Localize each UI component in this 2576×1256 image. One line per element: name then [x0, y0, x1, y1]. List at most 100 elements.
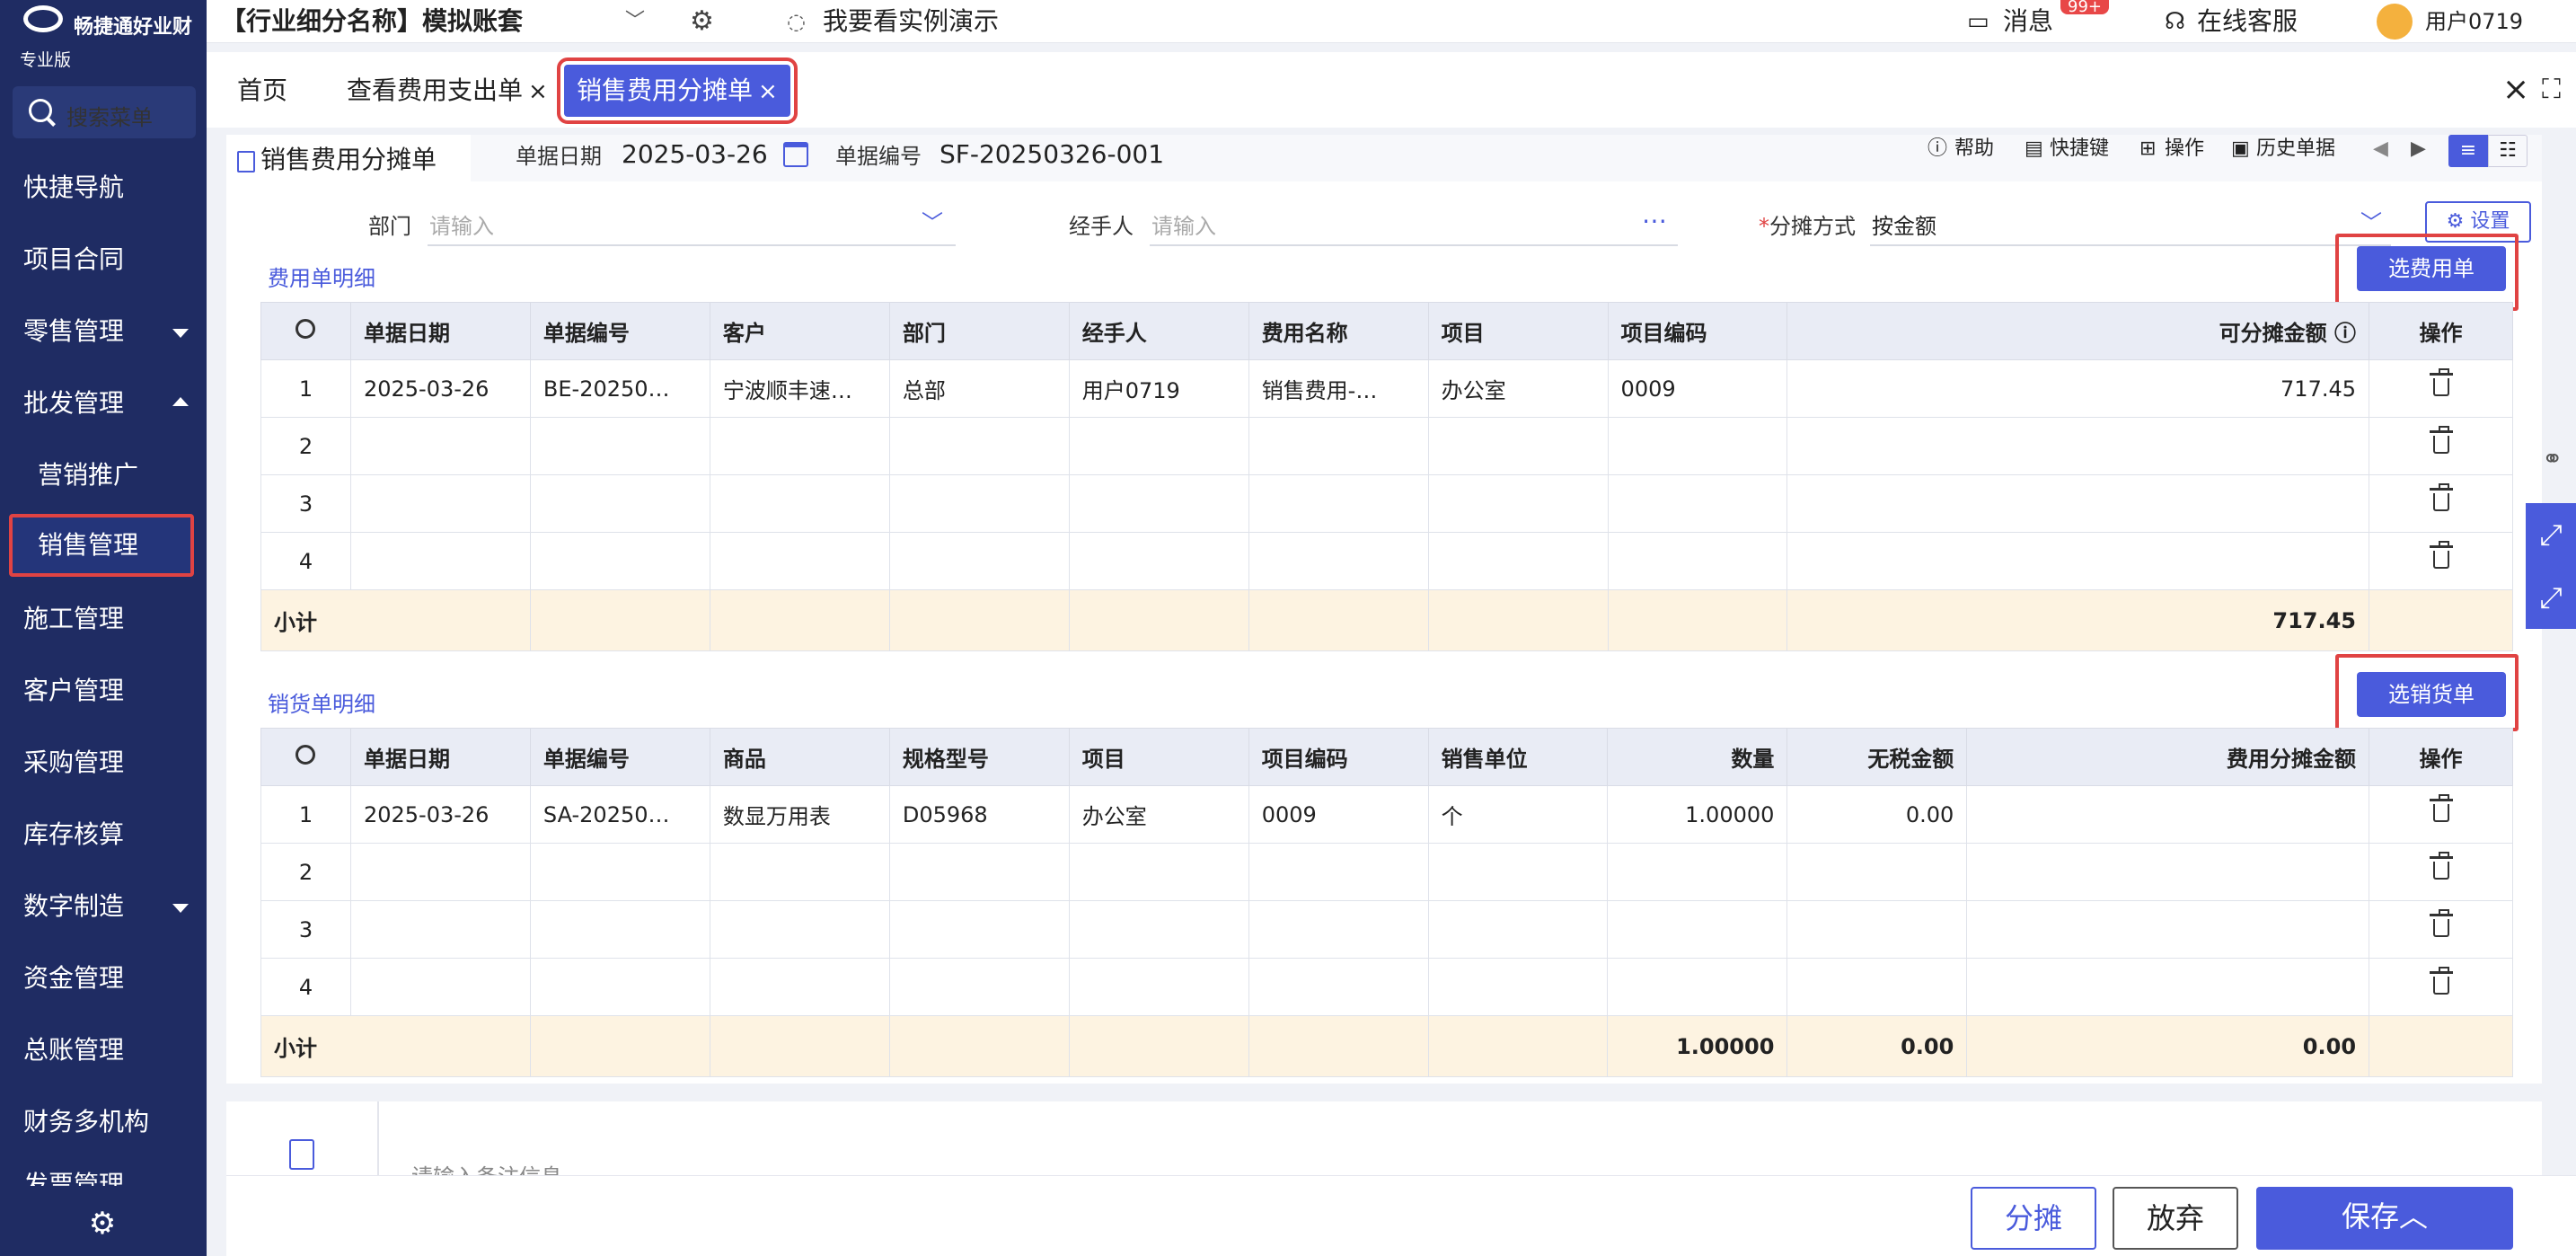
cell-project[interactable]	[1427, 474, 1609, 533]
cell-handler[interactable]	[1068, 417, 1249, 475]
cell-project-code[interactable]	[1607, 532, 1788, 590]
menu-search[interactable]: 搜索菜单	[13, 86, 196, 138]
cell-project-code[interactable]: 0009	[1248, 785, 1429, 844]
cell-amount[interactable]	[1786, 417, 2370, 475]
close-icon[interactable]: ×	[528, 78, 548, 105]
cell-amount[interactable]: 717.45	[1786, 359, 2370, 418]
message-icon[interactable]: ▭	[1967, 4, 1989, 40]
allocate-button[interactable]: 分摊	[1971, 1187, 2096, 1250]
cell-project[interactable]: 办公室	[1427, 359, 1609, 418]
cell-project-code[interactable]	[1607, 417, 1788, 475]
tab-home[interactable]: 首页	[225, 65, 300, 117]
help-icon[interactable]: ⓘ	[1928, 131, 1947, 167]
sidebar-item-project-contract[interactable]: 项目合同	[0, 228, 207, 291]
cell-alloc-amount[interactable]	[1966, 843, 2370, 901]
prev-icon[interactable]: ◀	[2373, 131, 2388, 167]
cell-customer[interactable]	[709, 532, 890, 590]
cell-date[interactable]: 2025-03-26	[349, 785, 531, 844]
sidebar-item-multi-org[interactable]: 财务多机构	[0, 1091, 207, 1154]
table-row[interactable]: 1 2025-03-26 BE-20250… 宁波顺丰速… 总部 用户0719 …	[260, 359, 2513, 418]
cell-amount[interactable]	[1786, 532, 2370, 590]
delete-row-button[interactable]	[2369, 843, 2513, 901]
cell-spec[interactable]	[888, 958, 1070, 1016]
date-value[interactable]: 2025-03-26	[622, 137, 768, 172]
cell-date[interactable]	[349, 900, 531, 959]
link-icon[interactable]: ⚭	[2542, 444, 2576, 487]
cell-doc-no[interactable]: SA-20250…	[529, 785, 710, 844]
close-icon[interactable]: ×	[2502, 65, 2529, 115]
table-row[interactable]: 4	[260, 532, 2513, 590]
cell-alloc-amount[interactable]	[1966, 958, 2370, 1016]
cell-doc-no[interactable]: BE-20250…	[529, 359, 710, 418]
cell-qty[interactable]	[1607, 843, 1788, 901]
user-name[interactable]: 用户0719	[2425, 4, 2523, 40]
chevron-up-icon[interactable]: ︿	[2399, 1199, 2428, 1234]
cell-doc-no[interactable]	[529, 900, 710, 959]
cell-spec[interactable]	[888, 900, 1070, 959]
help-link[interactable]: 帮助	[1954, 131, 1994, 167]
table-row[interactable]: 3	[260, 900, 2513, 959]
select-expense-button[interactable]: 选费用单	[2357, 246, 2506, 291]
table-row[interactable]: 2	[260, 417, 2513, 475]
messages-link[interactable]: 消息	[2003, 4, 2053, 40]
cell-date[interactable]: 2025-03-26	[349, 359, 531, 418]
help-icon[interactable]: ⓘ	[2334, 321, 2356, 346]
close-icon[interactable]: ×	[758, 78, 778, 105]
cell-fee-name[interactable]	[1248, 417, 1429, 475]
cell-handler[interactable]: 用户0719	[1068, 359, 1249, 418]
cell-doc-no[interactable]	[529, 532, 710, 590]
cell-handler[interactable]	[1068, 474, 1249, 533]
cell-doc-no[interactable]	[529, 958, 710, 1016]
discard-button[interactable]: 放弃	[2113, 1187, 2238, 1250]
column-settings[interactable]	[260, 728, 351, 786]
sidebar-item-ledger[interactable]: 总账管理	[0, 1019, 207, 1082]
cell-fee-name[interactable]	[1248, 532, 1429, 590]
cell-customer[interactable]	[709, 474, 890, 533]
cell-project-code[interactable]	[1248, 900, 1429, 959]
delete-row-button[interactable]	[2369, 785, 2513, 844]
cell-date[interactable]	[349, 532, 531, 590]
table-row[interactable]: 2	[260, 843, 2513, 901]
cell-goods[interactable]	[709, 958, 890, 1016]
calendar-icon[interactable]	[783, 142, 808, 167]
cell-customer[interactable]: 宁波顺丰速…	[709, 359, 890, 418]
account-selector[interactable]: 【行业细分名称】模拟账套	[221, 4, 523, 40]
cell-project-code[interactable]	[1607, 474, 1788, 533]
cell-project[interactable]	[1068, 900, 1249, 959]
ops-link[interactable]: 操作	[2165, 131, 2204, 167]
sidebar-item-wholesale[interactable]: 批发管理	[0, 372, 207, 435]
cell-qty[interactable]	[1607, 900, 1788, 959]
cell-net-amount[interactable]	[1786, 958, 1968, 1016]
gear-icon[interactable]: ⚙	[690, 4, 714, 40]
cell-unit[interactable]	[1427, 843, 1609, 901]
cell-amount[interactable]	[1786, 474, 2370, 533]
table-row[interactable]: 4	[260, 958, 2513, 1016]
cell-spec[interactable]: D05968	[888, 785, 1070, 844]
cell-date[interactable]	[349, 474, 531, 533]
cell-project[interactable]: 办公室	[1068, 785, 1249, 844]
cell-goods[interactable]	[709, 843, 890, 901]
sidebar-item-marketing[interactable]: 营销推广	[0, 444, 207, 507]
sidebar-item-construction[interactable]: 施工管理	[0, 588, 207, 650]
delete-row-button[interactable]	[2369, 359, 2513, 418]
sidebar-item-digital-manufacturing[interactable]: 数字制造	[0, 875, 207, 938]
save-button[interactable]: 保存︿	[2256, 1187, 2513, 1250]
cell-customer[interactable]	[709, 417, 890, 475]
cell-alloc-amount[interactable]	[1966, 785, 2370, 844]
cell-date[interactable]	[349, 843, 531, 901]
support-link[interactable]: 在线客服	[2197, 4, 2298, 40]
history-link[interactable]: 历史单据	[2256, 131, 2335, 167]
list-view-icon[interactable]: ≡	[2448, 135, 2488, 167]
cell-goods[interactable]: 数显万用表	[709, 785, 890, 844]
delete-row-button[interactable]	[2369, 417, 2513, 475]
cell-alloc-amount[interactable]	[1966, 900, 2370, 959]
cell-unit[interactable]	[1427, 958, 1609, 1016]
shortcut-link[interactable]: 快捷键	[2050, 131, 2109, 167]
cell-project-code[interactable]	[1248, 843, 1429, 901]
cell-project-code[interactable]: 0009	[1607, 359, 1788, 418]
chevron-down-icon[interactable]: ﹀	[625, 4, 645, 40]
sidebar-item-retail[interactable]: 零售管理	[0, 300, 207, 363]
delete-row-button[interactable]	[2369, 958, 2513, 1016]
cell-goods[interactable]	[709, 900, 890, 959]
sidebar-item-purchase[interactable]: 采购管理	[0, 731, 207, 794]
